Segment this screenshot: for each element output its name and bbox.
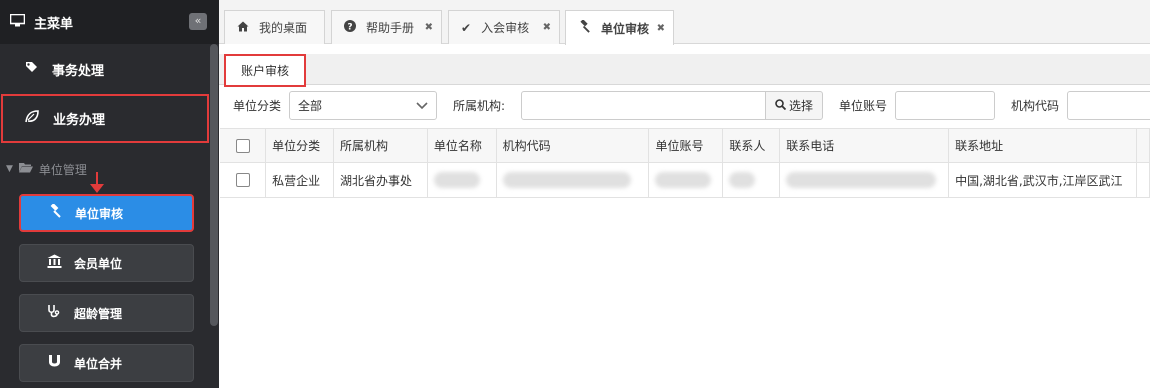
code-label: 机构代码 xyxy=(1011,99,1060,113)
gavel-icon xyxy=(47,203,63,222)
monitor-icon xyxy=(9,13,26,31)
tag-icon xyxy=(24,61,38,78)
sidebar-subitem-label: 会员单位 xyxy=(74,256,123,271)
folder-open-icon xyxy=(18,162,33,176)
close-icon[interactable]: ✖ xyxy=(543,22,551,33)
collapse-sidebar-button[interactable]: « xyxy=(189,13,207,30)
redacted-text xyxy=(655,172,712,188)
cell-address: 中国,湖北省,武汉市,江岸区武江 xyxy=(948,162,1137,198)
table-header-row: 单位分类 所属机构 单位名称 机构代码 单位账号 联系人 联系电话 联系地址 xyxy=(220,128,1150,163)
cell-name-redacted xyxy=(427,162,497,198)
sidebar-subitem-unit-review[interactable]: 单位审核 xyxy=(19,194,194,232)
redacted-text xyxy=(502,172,631,188)
tab-label: 帮助手册 xyxy=(366,21,415,35)
column-header-spacer xyxy=(1136,128,1150,163)
tab-desktop[interactable]: 我的桌面 xyxy=(224,10,325,44)
stethoscope-icon xyxy=(46,304,62,322)
sidebar-group-label: 单位管理 xyxy=(38,162,87,177)
cell-code-redacted xyxy=(496,162,650,198)
sidebar-title: 主菜单 xyxy=(34,16,74,32)
select-button-label: 选择 xyxy=(788,99,813,113)
gavel-icon xyxy=(578,19,591,36)
sidebar-item-label: 业务办理 xyxy=(53,113,106,128)
category-select-value: 全部 xyxy=(298,99,323,113)
row-checkbox[interactable] xyxy=(235,173,250,188)
sidebar-subitem-label: 单位合并 xyxy=(74,356,123,371)
svg-text:?: ? xyxy=(347,23,352,33)
category-label: 单位分类 xyxy=(233,99,282,113)
redacted-text xyxy=(729,172,756,188)
column-header[interactable]: 联系电话 xyxy=(779,128,950,163)
redacted-text xyxy=(433,172,480,188)
cell-phone-redacted xyxy=(779,162,950,198)
select-org-button[interactable]: 选择 xyxy=(765,91,823,120)
redacted-text xyxy=(786,172,937,188)
select-all-checkbox[interactable] xyxy=(235,138,250,153)
column-header[interactable]: 单位分类 xyxy=(265,128,334,163)
column-header[interactable]: 联系人 xyxy=(722,128,781,163)
select-all-cell[interactable] xyxy=(220,128,267,163)
column-header[interactable]: 单位名称 xyxy=(427,128,497,163)
table-row[interactable]: 私营企业 湖北省办事处 中国,湖北省,武汉市,江岸区武江 xyxy=(220,162,1150,198)
sidebar-subitem-merge[interactable]: 单位合并 xyxy=(19,344,194,382)
subtab-bar xyxy=(219,54,1150,85)
bank-icon xyxy=(46,254,62,272)
cell-category: 私营企业 xyxy=(265,162,334,198)
unit-table: 单位分类 所属机构 单位名称 机构代码 单位账号 联系人 联系电话 联系地址 私… xyxy=(220,128,1150,198)
magnet-icon xyxy=(46,354,62,372)
tab-label: 我的桌面 xyxy=(259,21,308,35)
tab-label: 单位审核 xyxy=(601,21,650,36)
org-input[interactable] xyxy=(521,91,766,120)
cell-spacer xyxy=(1136,162,1150,198)
caret-down-icon: ▼ xyxy=(6,164,13,174)
annotation-arrow-head xyxy=(90,184,104,193)
tab-unit-review[interactable]: 单位审核 ✖ xyxy=(565,10,674,45)
cell-org: 湖北省办事处 xyxy=(333,162,428,198)
close-icon[interactable]: ✖ xyxy=(657,23,665,34)
sidebar-scroll-thumb[interactable] xyxy=(210,44,218,326)
chevron-down-icon xyxy=(416,98,428,113)
search-icon xyxy=(775,98,787,113)
code-input[interactable] xyxy=(1067,91,1150,120)
tab-help[interactable]: ? 帮助手册 ✖ xyxy=(331,10,442,44)
sidebar-subitem-member-units[interactable]: 会员单位 xyxy=(19,244,194,282)
org-label: 所属机构: xyxy=(453,99,506,113)
sidebar-subitem-label: 超龄管理 xyxy=(74,306,123,321)
sidebar-subitem-overage[interactable]: 超龄管理 xyxy=(19,294,194,332)
leaf-icon xyxy=(25,110,39,127)
sidebar-subitem-label: 单位审核 xyxy=(75,206,124,221)
sidebar-item-business[interactable]: 业务办理 xyxy=(1,94,209,143)
subtab-label: 账户审核 xyxy=(240,64,289,78)
sidebar-item-label: 事务处理 xyxy=(52,63,105,79)
column-header[interactable]: 所属机构 xyxy=(333,128,428,163)
check-icon: ✔ xyxy=(461,20,472,35)
column-header[interactable]: 联系地址 xyxy=(948,128,1137,163)
category-select[interactable]: 全部 xyxy=(289,91,437,120)
column-header[interactable]: 机构代码 xyxy=(496,128,650,163)
row-select-cell[interactable] xyxy=(220,162,267,198)
tab-membership-review[interactable]: ✔ 入会审核 ✖ xyxy=(448,10,560,44)
column-header[interactable]: 单位账号 xyxy=(648,128,724,163)
cell-contact-redacted xyxy=(722,162,781,198)
close-icon[interactable]: ✖ xyxy=(425,22,433,33)
sidebar-item-affairs[interactable]: 事务处理 xyxy=(0,44,208,94)
question-circle-icon: ? xyxy=(344,20,356,35)
account-input[interactable] xyxy=(895,91,995,120)
sidebar-group-unit-management[interactable]: ▼ 单位管理 xyxy=(6,158,87,180)
account-label: 单位账号 xyxy=(839,99,888,113)
cell-account-redacted xyxy=(648,162,724,198)
sidebar-header: 主菜单 xyxy=(0,0,219,44)
home-icon xyxy=(237,21,249,35)
subtab-account-review[interactable]: 账户审核 xyxy=(224,54,306,87)
tab-label: 入会审核 xyxy=(481,21,530,35)
